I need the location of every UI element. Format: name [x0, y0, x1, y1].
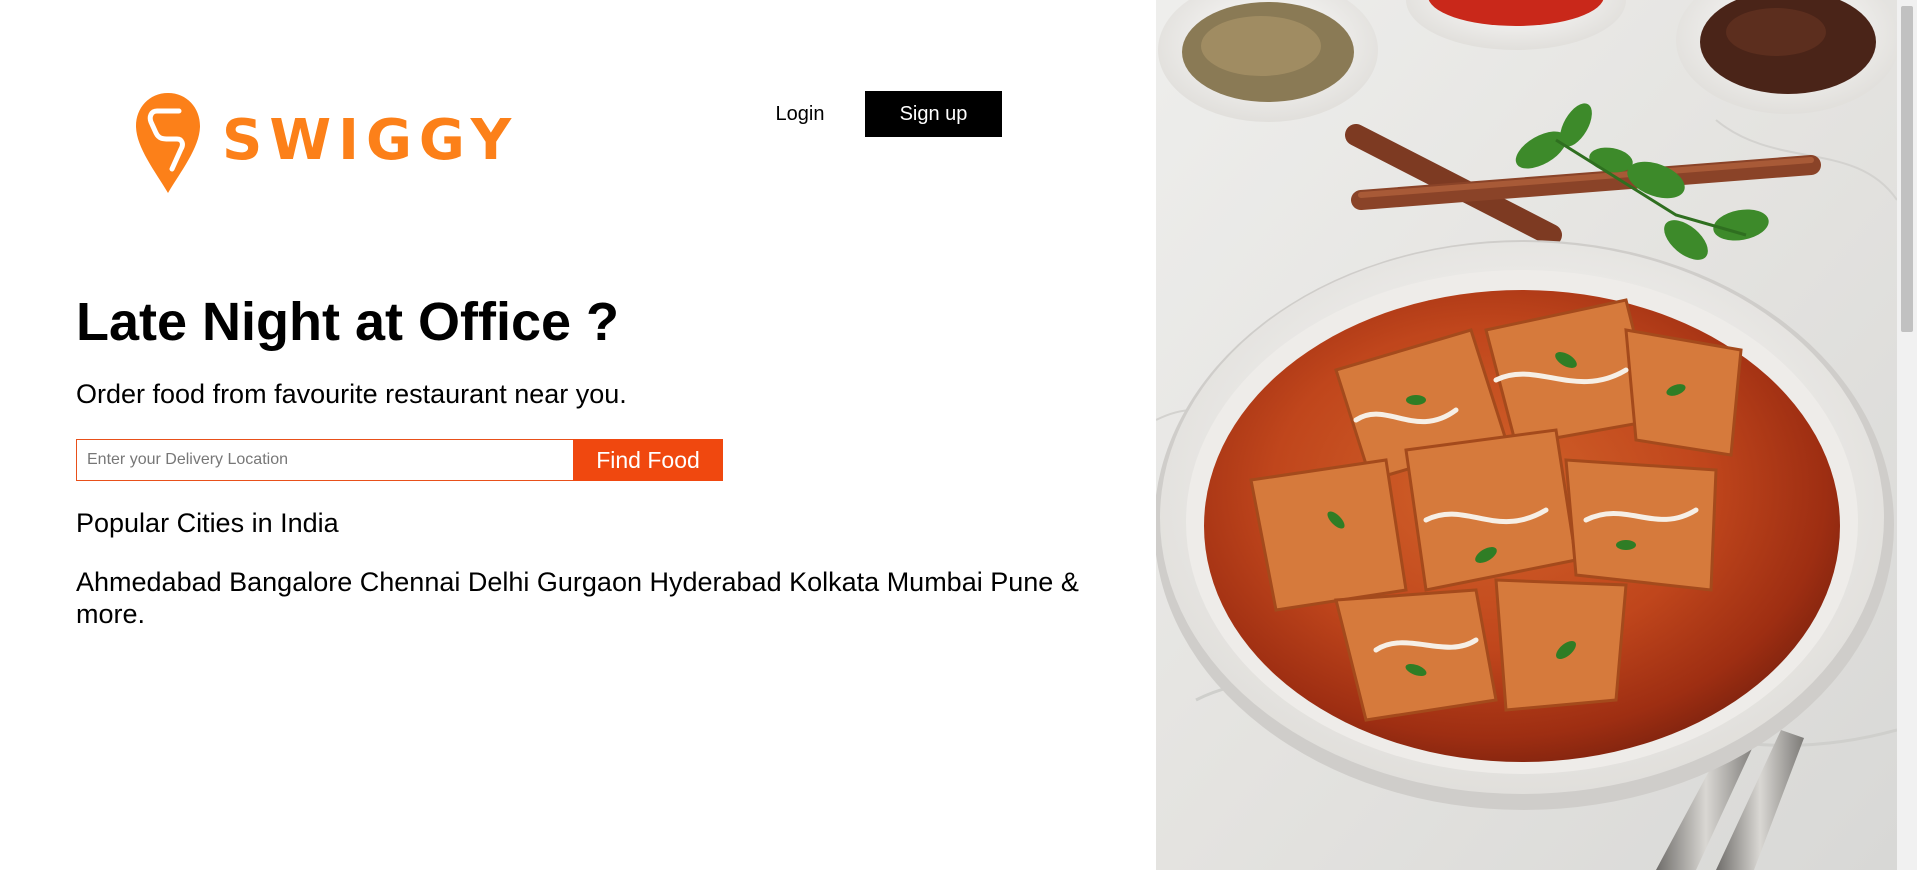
city-link-mumbai[interactable]: Mumbai — [887, 567, 983, 597]
page-scrollbar[interactable] — [1897, 0, 1917, 870]
swiggy-logo[interactable]: SWIGGY — [134, 91, 518, 195]
landing-left-pane: SWIGGY Login Sign up Late Night at Offic… — [0, 0, 1156, 870]
city-link-delhi[interactable]: Delhi — [468, 567, 530, 597]
popular-city-list: Ahmedabad Bangalore Chennai Delhi Gurgao… — [76, 566, 1116, 630]
swiggy-pin-logo-icon — [136, 93, 200, 193]
signup-button[interactable]: Sign up — [865, 91, 1002, 137]
delivery-location-input[interactable] — [76, 439, 573, 481]
city-link-hyderabad[interactable]: Hyderabad — [650, 567, 782, 597]
city-link-ahmedabad[interactable]: Ahmedabad — [76, 567, 222, 597]
hero-title: Late Night at Office ? — [76, 292, 620, 352]
city-link-kolkata[interactable]: Kolkata — [789, 567, 879, 597]
city-link-pune[interactable]: Pune — [990, 567, 1053, 597]
city-link-gurgaon[interactable]: Gurgaon — [537, 567, 642, 597]
hero-subtitle: Order food from favourite restaurant nea… — [76, 379, 627, 409]
city-link-bangalore[interactable]: Bangalore — [229, 567, 352, 597]
popular-cities-heading: Popular Cities in India — [76, 508, 339, 538]
city-link-chennai[interactable]: Chennai — [360, 567, 461, 597]
delivery-search-form: Find Food — [76, 439, 723, 481]
food-banner — [1156, 0, 1897, 870]
brand-wordmark: SWIGGY — [222, 107, 519, 173]
paneer-curry-food-image — [1156, 0, 1897, 870]
login-link[interactable]: Login — [760, 92, 840, 136]
find-food-button[interactable]: Find Food — [573, 439, 723, 481]
scrollbar-thumb[interactable] — [1901, 6, 1913, 332]
